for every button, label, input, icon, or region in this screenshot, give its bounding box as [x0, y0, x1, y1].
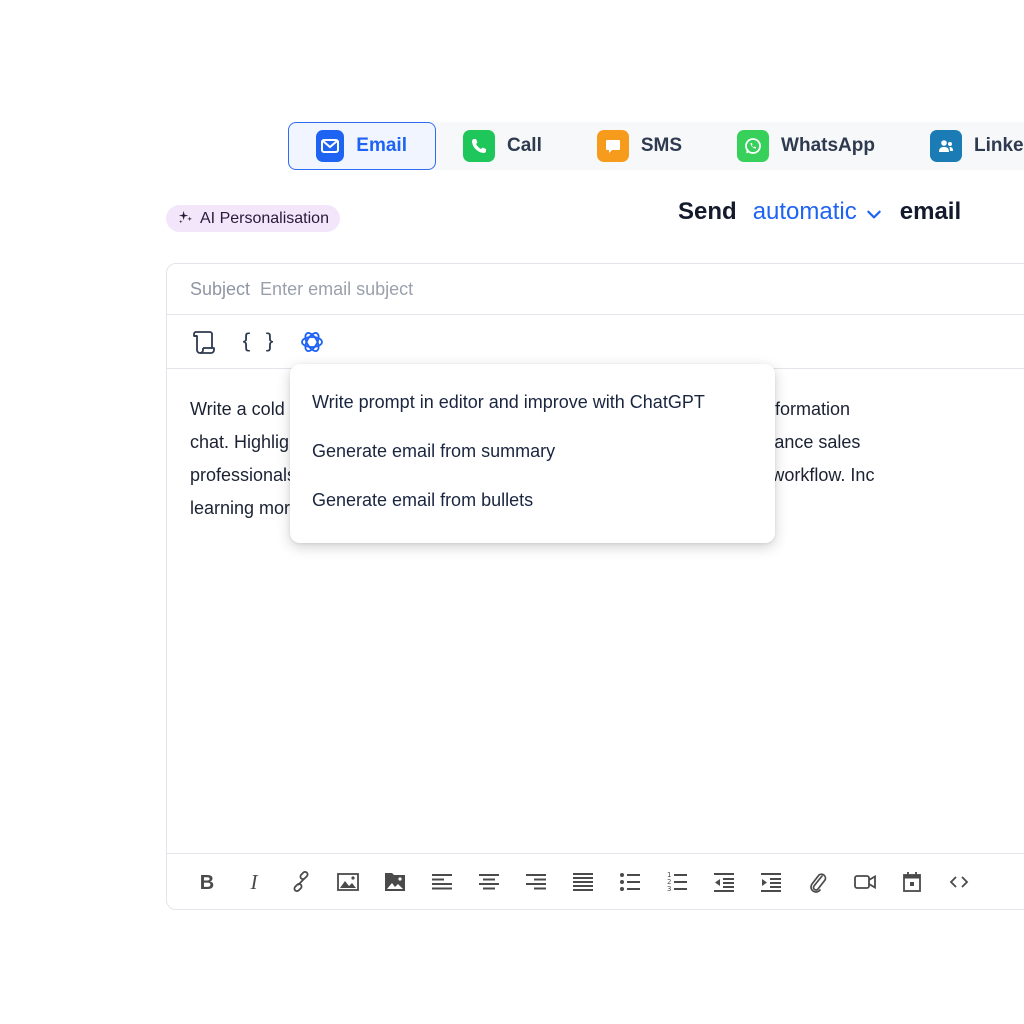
- bullet-list-icon[interactable]: [617, 869, 643, 895]
- link-icon[interactable]: [288, 869, 314, 895]
- tab-sms-label: SMS: [640, 135, 683, 156]
- tab-call[interactable]: Call: [436, 122, 570, 170]
- video-icon[interactable]: [852, 869, 878, 895]
- editor-top-toolbar: { }: [167, 315, 1024, 369]
- menu-item-generate-from-bullets[interactable]: Generate email from bullets: [290, 490, 775, 539]
- align-center-icon[interactable]: [476, 869, 502, 895]
- chatgpt-menu: Write prompt in editor and improve with …: [290, 364, 775, 543]
- italic-icon[interactable]: I: [241, 869, 267, 895]
- email-editor: Subject { } Write a cold email introduci…: [166, 263, 1024, 910]
- attachment-icon[interactable]: [805, 869, 831, 895]
- calendar-icon[interactable]: [899, 869, 925, 895]
- image-folder-icon[interactable]: [382, 869, 408, 895]
- channel-tabs: Email Call SMS WhatsApp Linke: [288, 122, 1024, 170]
- subject-input[interactable]: [260, 278, 861, 300]
- indent-icon[interactable]: [758, 869, 784, 895]
- mail-icon: [316, 130, 345, 162]
- variables-braces-icon[interactable]: { }: [242, 326, 274, 358]
- bold-icon[interactable]: B: [194, 869, 220, 895]
- menu-item-generate-from-summary[interactable]: Generate email from summary: [290, 441, 775, 490]
- svg-text:B: B: [200, 872, 214, 894]
- template-scroll-icon[interactable]: [188, 326, 220, 358]
- menu-item-improve-with-chatgpt[interactable]: Write prompt in editor and improve with …: [290, 392, 775, 441]
- code-icon[interactable]: [946, 869, 972, 895]
- tab-sms[interactable]: SMS: [570, 122, 710, 170]
- send-suffix: email: [899, 198, 962, 225]
- subject-row: Subject: [167, 264, 1024, 315]
- subject-label: Subject: [190, 278, 251, 299]
- align-right-icon[interactable]: [523, 869, 549, 895]
- chevron-down-icon: [867, 210, 881, 219]
- align-justify-icon[interactable]: [570, 869, 596, 895]
- chat-bubble-icon: [596, 130, 629, 162]
- tab-call-label: Call: [507, 135, 542, 156]
- ai-personalisation-chip[interactable]: AI Personalisation: [166, 205, 340, 232]
- svg-text:3: 3: [667, 885, 671, 893]
- numbered-list-icon[interactable]: 123: [664, 869, 690, 895]
- send-mode-dropdown[interactable]: automatic: [753, 198, 883, 226]
- image-icon[interactable]: [335, 869, 361, 895]
- send-mode-row: Send automatic email: [678, 198, 961, 226]
- ai-personalisation-label: AI Personalisation: [200, 209, 329, 227]
- outdent-icon[interactable]: [711, 869, 737, 895]
- whatsapp-icon: [737, 130, 770, 162]
- svg-text:{ }: { }: [243, 329, 273, 353]
- align-left-icon[interactable]: [429, 869, 455, 895]
- format-toolbar: B I 123: [167, 853, 1024, 909]
- tab-whatsapp[interactable]: WhatsApp: [710, 122, 903, 170]
- phone-icon: [463, 130, 495, 162]
- chatgpt-icon[interactable]: [296, 326, 328, 358]
- tab-linkedin[interactable]: Linke: [903, 122, 1024, 170]
- tab-email[interactable]: Email: [288, 122, 436, 170]
- users-icon: [929, 130, 962, 162]
- send-prefix: Send: [678, 198, 737, 225]
- tab-linkedin-label: Linke: [973, 135, 1024, 156]
- send-mode-value: automatic: [752, 198, 857, 225]
- svg-text:I: I: [250, 870, 259, 894]
- tab-whatsapp-label: WhatsApp: [781, 135, 875, 156]
- tab-email-label: Email: [356, 135, 407, 156]
- sparkles-icon: [178, 209, 193, 229]
